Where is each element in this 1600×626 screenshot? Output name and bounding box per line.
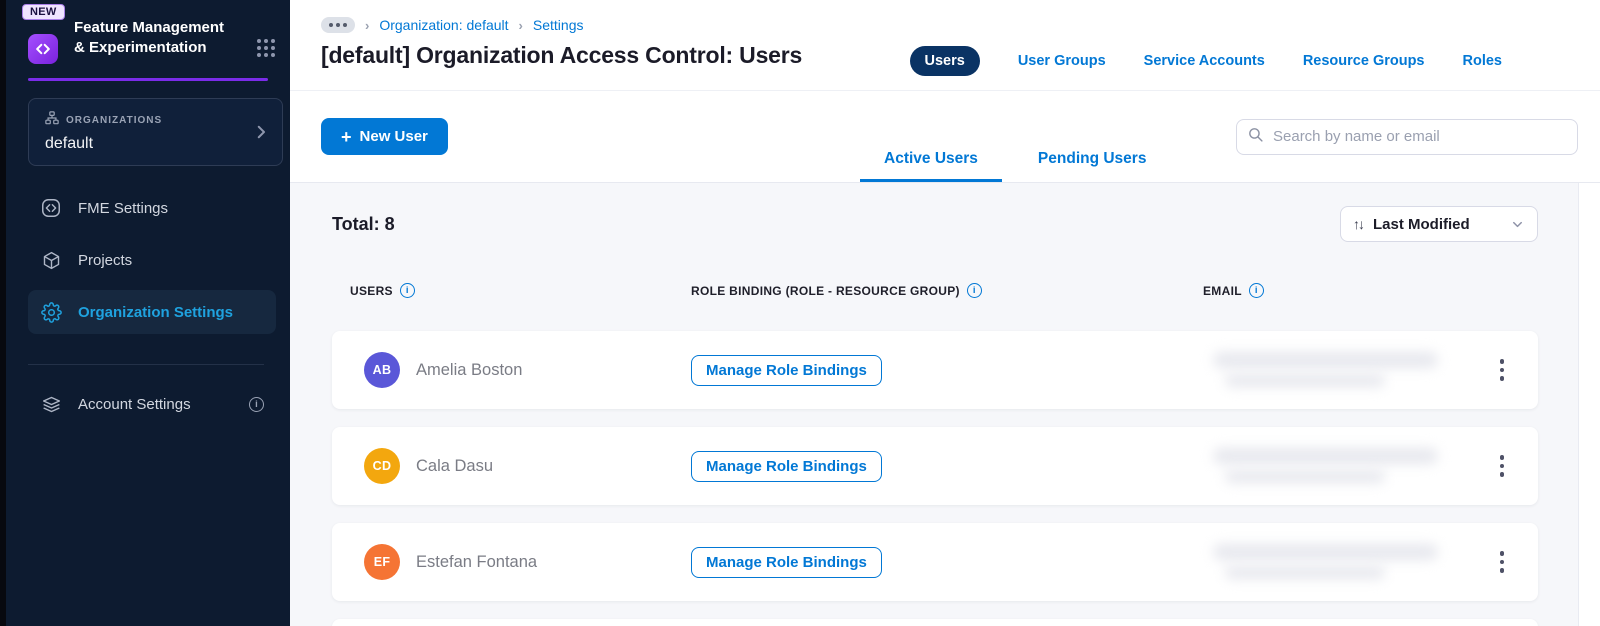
sidebar-item-fme-settings[interactable]: FME Settings [28,186,276,230]
sort-dropdown[interactable]: ↑↓ Last Modified [1340,206,1538,242]
manage-role-bindings-button[interactable]: Manage Role Bindings [691,354,882,386]
sidebar-item-projects[interactable]: Projects [28,238,276,282]
organization-name: default [45,135,94,152]
column-header-role-binding: ROLE BINDING (ROLE - RESOURCE GROUP) i [691,283,1203,298]
sidebar-item-label: Organization Settings [78,303,234,321]
page-title: [default] Organization Access Control: U… [321,42,803,68]
breadcrumb-ellipsis-icon[interactable] [321,17,355,33]
info-icon[interactable]: i [1248,283,1264,298]
manage-role-bindings-button[interactable]: Manage Role Bindings [691,546,882,578]
new-user-button-label: New User [359,128,428,145]
sidebar-item-account-settings[interactable]: Account Settings i [28,382,276,426]
brand-divider [28,78,268,81]
users-list-panel: Total: 8 ↑↓ Last Modified USERS i ROLE B… [290,183,1578,626]
row-menu-kebab-icon[interactable] [1490,359,1514,381]
sidebar-item-label: Account Settings [78,395,191,413]
plus-icon: + [341,126,352,147]
sidebar: NEW Feature Management & Experimentation [6,0,290,626]
user-name: Cala Dasu [416,456,494,475]
sidebar-item-label: FME Settings [78,199,169,217]
avatar: EF [364,544,400,580]
org-hierarchy-icon [45,111,59,130]
tab-pending-users[interactable]: Pending Users [1014,150,1171,182]
tab-users[interactable]: Users [909,46,980,76]
table-row: AB Amelia Boston Manage Role Bindings [332,331,1538,409]
row-menu-kebab-icon[interactable] [1490,551,1514,573]
chevron-right-icon: › [518,17,523,33]
access-control-tabs: Users User Groups Service Accounts Resou… [909,32,1503,90]
sidebar-nav: FME Settings Projects Organization Setti… [6,186,290,426]
table-row: EF Estefan Fontana Manage Role Bindings [332,523,1538,601]
tab-resource-groups[interactable]: Resource Groups [1303,53,1425,69]
split-logo-icon [28,34,58,64]
user-state-tabs: Active Users Pending Users [860,150,1170,182]
sort-arrows-icon: ↑↓ [1353,216,1365,232]
sidebar-item-label: Projects [78,251,133,269]
breadcrumb-link-organization[interactable]: Organization: default [379,17,508,33]
new-user-button[interactable]: + New User [321,118,448,155]
info-icon[interactable]: i [399,283,415,298]
organizations-label: ORGANIZATIONS [66,115,163,126]
chevron-right-icon [252,123,270,146]
column-header-users: USERS i [350,283,691,298]
search-box [1236,118,1578,155]
email-redacted [1213,444,1453,488]
row-menu-kebab-icon[interactable] [1490,455,1514,477]
split-outline-icon [40,197,62,219]
tab-service-accounts[interactable]: Service Accounts [1144,53,1265,69]
chevron-down-icon [1513,221,1522,227]
app-window: NEW Feature Management & Experimentation [0,0,1600,626]
user-name: Estefan Fontana [416,552,538,571]
main-area: › Organization: default › Settings [defa… [290,0,1600,626]
email-redacted [1213,348,1453,392]
table-row: CD Cala Dasu Manage Role Bindings [332,427,1538,505]
manage-role-bindings-button[interactable]: Manage Role Bindings [691,450,882,482]
tab-active-users[interactable]: Active Users [860,150,1002,182]
new-badge: NEW [22,4,65,20]
sort-dropdown-value: Last Modified [1373,215,1470,233]
column-header-email: EMAIL i [1203,283,1490,298]
toolbar: + New User Active Users Pending Users [290,91,1600,183]
organization-selector[interactable]: ORGANIZATIONS default [28,98,283,166]
layers-gear-icon [40,393,62,415]
email-redacted [1213,540,1453,584]
breadcrumb-link-settings[interactable]: Settings [533,17,584,33]
sidebar-divider [28,364,264,365]
sidebar-item-organization-settings[interactable]: Organization Settings [28,290,276,334]
info-icon[interactable]: i [249,396,264,412]
info-icon[interactable]: i [966,283,982,298]
tab-user-groups[interactable]: User Groups [1018,53,1106,69]
product-title: Feature Management & Experimentation [74,19,225,56]
chevron-right-icon: › [365,17,370,33]
users-table: AB Amelia Boston Manage Role Bindings CD… [332,331,1538,626]
search-input[interactable] [1273,128,1567,145]
apps-grid-icon[interactable] [256,38,276,63]
breadcrumb: › Organization: default › Settings [321,17,802,33]
tab-roles[interactable]: Roles [1463,53,1503,69]
gear-icon [40,301,62,323]
page-header: › Organization: default › Settings [defa… [290,0,1600,91]
avatar: AB [364,352,400,388]
user-name: Amelia Boston [416,360,523,379]
table-header-row: USERS i ROLE BINDING (ROLE - RESOURCE GR… [332,283,1538,298]
scroll-gutter [1578,183,1600,626]
avatar: CD [364,448,400,484]
table-row-partial [332,619,1538,626]
total-count: Total: 8 [332,213,395,234]
cube-icon [40,249,62,271]
search-icon [1247,126,1264,148]
